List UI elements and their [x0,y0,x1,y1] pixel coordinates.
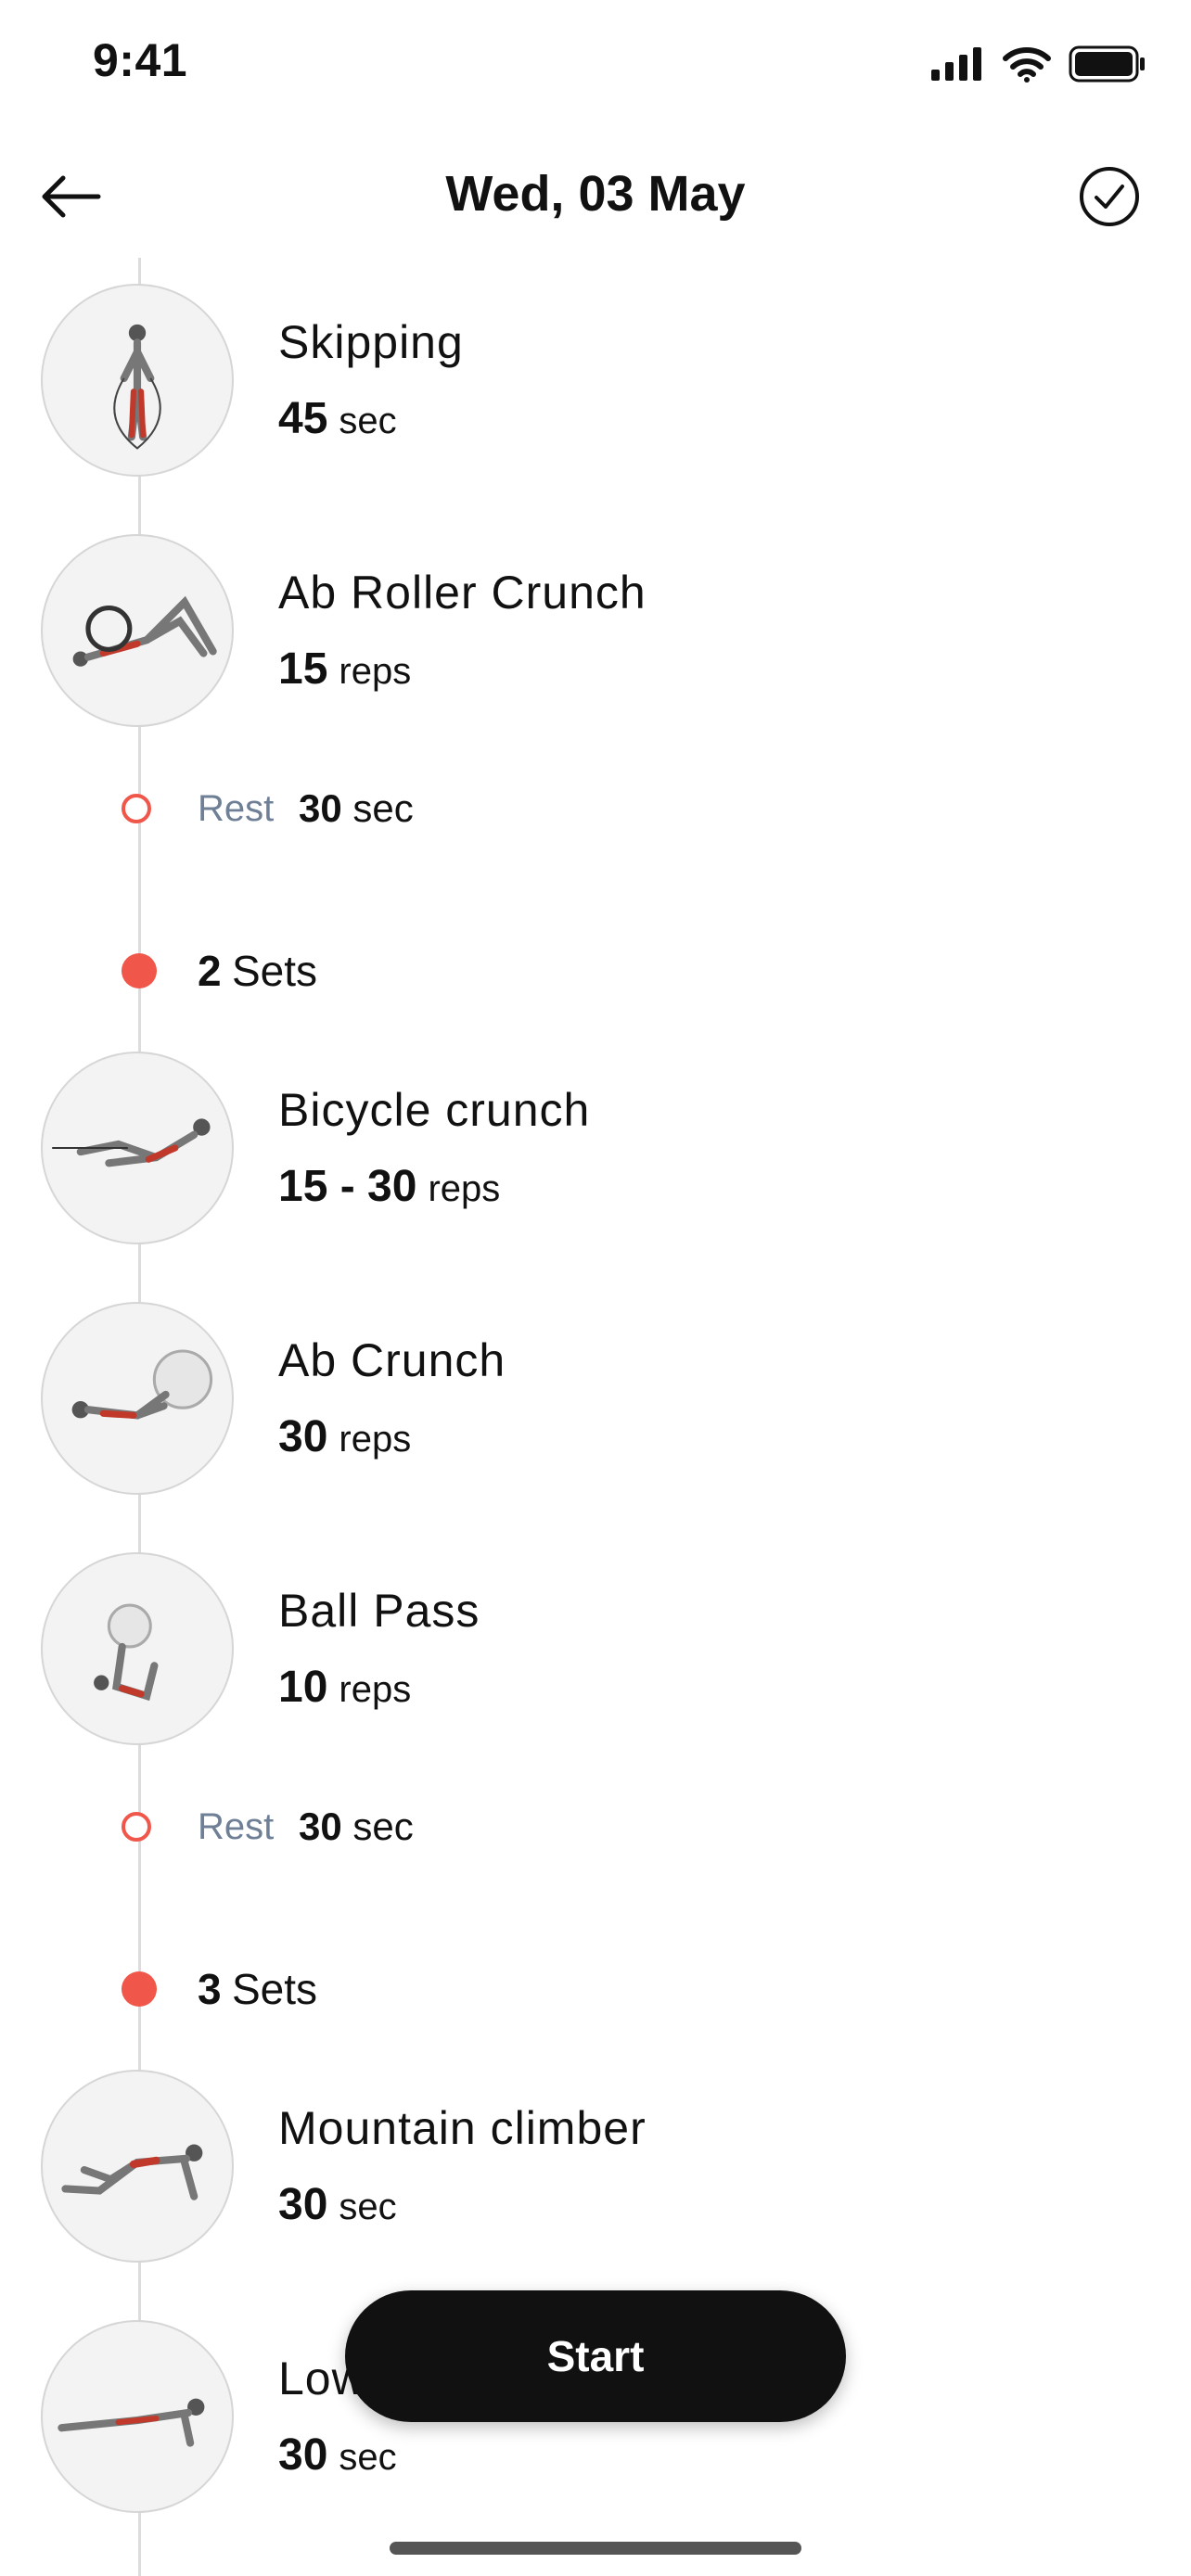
exercise-row[interactable]: Ab Crunch 30 reps [0,1302,1191,1506]
amount-value: 30 [278,2430,328,2480]
rest-duration: 30 sec [299,786,414,831]
exercise-row[interactable]: Ball Pass 10 reps [0,1552,1191,1756]
exercise-thumbnail [41,534,234,727]
rest-duration: 30 sec [299,1804,414,1849]
sets-marker [122,1971,157,2007]
rest-marker [122,1812,151,1842]
amount-value: 30 [278,1412,328,1461]
start-button[interactable]: Start [345,2290,846,2422]
status-time: 9:41 [93,34,188,86]
amount-unit: reps [428,1168,501,1209]
exercise-thumbnail [41,2320,234,2513]
status-icons [929,45,1146,83]
exercise-amount: 30 sec [278,2179,397,2230]
amount-unit: sec [339,2437,397,2478]
rest-unit: sec [352,1804,414,1848]
sets-row: 2 Sets [0,944,1191,1000]
exercise-row[interactable]: Bicycle crunch 15 - 30 reps [0,1052,1191,1256]
exercise-thumbnail [41,2070,234,2263]
exercise-row[interactable]: Ab Roller Crunch 15 reps [0,534,1191,738]
sets-count: 2 [198,947,222,995]
exercise-thumbnail [41,284,234,477]
battery-icon [1069,45,1145,83]
rest-marker [122,794,151,823]
status-bar: 9:41 [0,0,1191,130]
exercise-thumbnail [41,1552,234,1745]
amount-value: 10 [278,1663,328,1712]
exercise-name: Ball Pass [278,1585,480,1637]
exercise-amount: 45 sec [278,393,397,444]
exercise-name: Skipping [278,316,464,368]
exercise-name: Bicycle crunch [278,1084,591,1136]
sets-row: 3 Sets [0,1962,1191,2018]
done-button[interactable] [1072,159,1146,234]
exercise-row[interactable]: Mountain climber 30 sec [0,2070,1191,2274]
exercise-amount: 30 sec [278,2429,397,2480]
rest-row: Rest 30 sec [0,783,1191,838]
amount-value: 45 [278,394,328,443]
exercise-amount: 15 - 30 reps [278,1161,500,1212]
rest-row: Rest 30 sec [0,1801,1191,1856]
rest-unit: sec [352,786,414,830]
amount-unit: reps [339,1419,412,1460]
exercise-amount: 15 reps [278,644,411,695]
page-title: Wed, 03 May [445,166,746,222]
exercise-row[interactable]: Skipping 45 sec [0,284,1191,488]
exercise-amount: 10 reps [278,1662,411,1713]
sets-label: Sets [232,947,318,995]
sets-marker [122,953,157,988]
rest-value: 30 [299,1804,342,1848]
exercise-amount: 30 reps [278,1411,411,1462]
rest-label: Rest [198,1806,275,1847]
exercise-thumbnail [41,1052,234,1244]
sets-label: Sets [232,1965,318,2013]
amount-unit: sec [339,2187,397,2227]
exercise-name: Ab Crunch [278,1334,506,1386]
amount-value: 15 [278,644,328,694]
rest-value: 30 [299,786,342,830]
amount-value: 30 [278,2180,328,2229]
rest-label: Rest [198,788,275,829]
check-circle-icon [1080,167,1139,226]
exercise-name: Mountain climber [278,2102,647,2154]
amount-unit: reps [339,1669,412,1710]
amount-value: 15 - 30 [278,1162,417,1211]
amount-unit: reps [339,651,412,692]
exercise-thumbnail [41,1302,234,1495]
exercise-name: Ab Roller Crunch [278,567,647,618]
wifi-icon [1003,47,1051,83]
sets-count: 3 [198,1965,222,2013]
header: Wed, 03 May [0,139,1191,250]
home-indicator [390,2542,801,2555]
amount-unit: sec [339,401,397,441]
signal-icon [931,47,981,81]
